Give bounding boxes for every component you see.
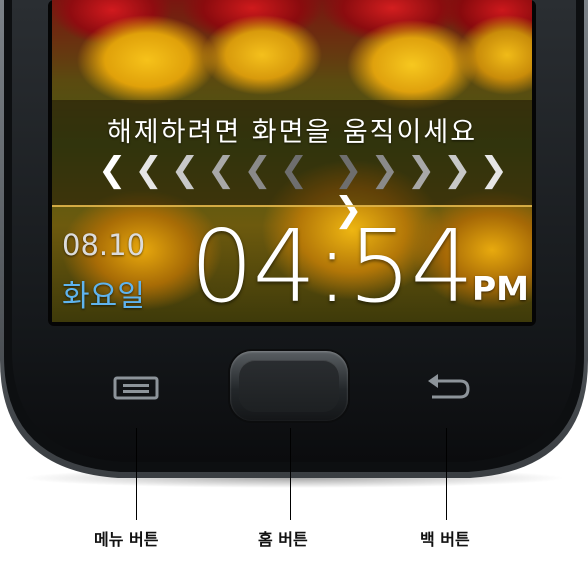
menu-button-caption: 메뉴 버튼 bbox=[94, 530, 159, 549]
back-arrow-icon[interactable] bbox=[424, 372, 472, 404]
chevron-left-icon: ❮ bbox=[134, 150, 162, 190]
chevron-left-icon: ❮ bbox=[170, 150, 199, 190]
chevron-left-icon: ❮ bbox=[98, 150, 126, 190]
home-button-surface bbox=[239, 360, 339, 412]
chevron-right-icon: ❯ bbox=[370, 150, 398, 190]
back-callout-line bbox=[446, 428, 447, 520]
clock-ampm: PM bbox=[472, 269, 530, 308]
unlock-prompt: 해제하려면 화면을 움직이세요 bbox=[106, 117, 478, 148]
menu-callout-line bbox=[136, 428, 137, 520]
clock-time: 04:54 bbox=[190, 208, 474, 322]
unlock-divider bbox=[52, 205, 532, 207]
phone-body: 해제하려면 화면을 움직이세요 ❮ ❮ ❮ ❮ ❮ ❮ ❯ ❯ ❯ ❯ ❯ ❯ … bbox=[0, 0, 588, 488]
home-button-caption: 홈 버튼 bbox=[258, 530, 308, 549]
date-label: 08.10 bbox=[62, 228, 146, 262]
chevron-right-icon: ❯ bbox=[479, 150, 507, 190]
chevron-left-icon: ❮ bbox=[243, 150, 271, 190]
chevron-right-icon: ❯ bbox=[406, 150, 435, 190]
lockscreen[interactable]: 해제하려면 화면을 움직이세요 ❮ ❮ ❮ ❮ ❮ ❮ ❯ ❯ ❯ ❯ ❯ ❯ … bbox=[52, 0, 532, 322]
weekday-label: 화요일 bbox=[62, 279, 145, 314]
chevron-left-icon: ❮ bbox=[207, 150, 235, 190]
chevron-left-icon: ❮ bbox=[279, 150, 308, 190]
chevron-right-icon: ❯ bbox=[334, 150, 362, 190]
home-callout-line bbox=[290, 428, 291, 520]
menu-icon[interactable] bbox=[112, 374, 162, 402]
chevron-right-icon: ❯ bbox=[443, 150, 471, 190]
home-button[interactable] bbox=[230, 351, 348, 421]
back-button-caption: 백 버튼 bbox=[420, 530, 470, 549]
swipe-chevrons-left[interactable]: ❮ ❮ ❮ ❮ ❮ ❮ bbox=[98, 150, 308, 190]
